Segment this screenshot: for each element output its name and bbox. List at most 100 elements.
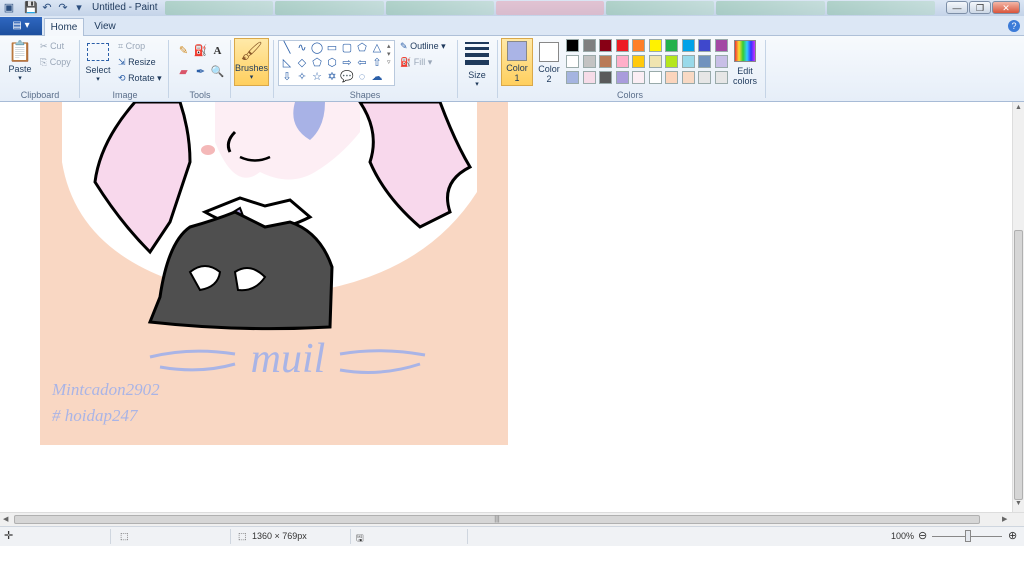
crop-button[interactable]: ⌗ Crop bbox=[118, 41, 145, 52]
outline-button[interactable]: ✎ Outline ▾ bbox=[400, 41, 446, 52]
zoom-slider-thumb[interactable] bbox=[965, 530, 971, 542]
color-picker-icon[interactable]: ✒ bbox=[193, 65, 208, 80]
six-point-star-icon[interactable]: ✡ bbox=[325, 70, 339, 84]
palette-swatch[interactable] bbox=[648, 71, 662, 84]
help-icon[interactable]: ? bbox=[1008, 20, 1020, 32]
palette-swatch[interactable] bbox=[599, 71, 612, 84]
resize-button[interactable]: ⇲ Resize bbox=[118, 57, 156, 68]
tab-home[interactable]: Home bbox=[44, 18, 84, 36]
magnifier-icon[interactable]: 🔍 bbox=[210, 65, 225, 80]
maximize-button[interactable]: ❐ bbox=[969, 1, 991, 14]
rectangle-shape-icon[interactable]: ▭ bbox=[325, 41, 339, 55]
save-icon[interactable]: 💾 bbox=[24, 1, 38, 15]
palette-swatch[interactable] bbox=[599, 55, 612, 68]
palette-swatch[interactable] bbox=[582, 71, 596, 84]
eraser-icon[interactable]: ▰ bbox=[176, 65, 191, 80]
redo-icon[interactable]: ↷ bbox=[56, 1, 70, 15]
customize-icon[interactable]: ▾ bbox=[72, 1, 86, 15]
undo-icon[interactable]: ↶ bbox=[40, 1, 54, 15]
palette-swatch[interactable] bbox=[698, 55, 711, 68]
brushes-button[interactable]: 🖌 Brushes ▾ bbox=[234, 38, 269, 86]
copy-button[interactable]: ⎘ Copy bbox=[40, 57, 71, 68]
vertical-scrollbar[interactable]: ▲ ▼ bbox=[1012, 102, 1024, 512]
palette-swatch[interactable] bbox=[665, 55, 678, 68]
pentagon-shape-icon[interactable]: ⬠ bbox=[310, 56, 324, 70]
vertical-scroll-thumb[interactable] bbox=[1014, 230, 1023, 500]
palette-swatch[interactable] bbox=[615, 39, 629, 52]
zoom-out-icon[interactable]: ⊖ bbox=[918, 529, 927, 542]
horizontal-scroll-thumb[interactable]: ||| bbox=[14, 515, 980, 524]
palette-swatch[interactable] bbox=[648, 39, 662, 52]
polygon-shape-icon[interactable]: ⬠ bbox=[355, 41, 369, 55]
color2-button[interactable]: Color 2 bbox=[536, 38, 562, 86]
horizontal-scrollbar[interactable]: ◀ ||| ▶ bbox=[0, 512, 1024, 526]
palette-swatch[interactable] bbox=[681, 39, 695, 52]
pencil-icon[interactable]: ✎ bbox=[176, 44, 191, 59]
palette-swatch[interactable] bbox=[566, 71, 579, 84]
zoom-in-icon[interactable]: ⊕ bbox=[1008, 529, 1017, 542]
scroll-up-icon[interactable]: ▲ bbox=[1015, 104, 1022, 111]
palette-swatch[interactable] bbox=[714, 71, 728, 84]
palette-swatch[interactable] bbox=[665, 71, 678, 84]
oval-shape-icon[interactable]: ◯ bbox=[310, 41, 324, 55]
rounded-rectangle-shape-icon[interactable]: ▢ bbox=[340, 41, 354, 55]
minimize-button[interactable]: — bbox=[946, 1, 968, 14]
up-arrow-shape-icon[interactable]: ⇧ bbox=[370, 56, 384, 70]
palette-swatch[interactable] bbox=[599, 39, 612, 52]
paste-button[interactable]: 📋 Paste ▾ bbox=[6, 40, 34, 82]
text-tool-icon[interactable]: A bbox=[210, 44, 225, 59]
curve-shape-icon[interactable]: ∿ bbox=[295, 41, 309, 55]
palette-swatch[interactable] bbox=[665, 39, 678, 52]
fill-bucket-icon[interactable]: ⛽ bbox=[193, 44, 208, 59]
palette-swatch[interactable] bbox=[714, 39, 728, 52]
select-button[interactable]: Select ▾ bbox=[84, 40, 112, 83]
scroll-down-icon[interactable]: ▼ bbox=[1015, 500, 1022, 507]
five-point-star-icon[interactable]: ☆ bbox=[310, 70, 324, 84]
palette-swatch[interactable] bbox=[681, 71, 695, 84]
palette-swatch[interactable] bbox=[582, 55, 596, 68]
color1-button[interactable]: Color 1 bbox=[501, 38, 533, 86]
edit-colors-button[interactable]: Edit colors bbox=[731, 40, 759, 86]
canvas-area[interactable]: muil Mintcadon2902 # hoidap247 bbox=[0, 102, 1014, 512]
drawing-canvas[interactable]: muil Mintcadon2902 # hoidap247 bbox=[40, 102, 508, 445]
palette-swatch[interactable] bbox=[566, 39, 579, 52]
size-button[interactable]: Size ▾ bbox=[462, 40, 492, 88]
rounded-callout-icon[interactable]: 💬 bbox=[340, 70, 354, 84]
paint-app-icon[interactable]: ▣ bbox=[2, 1, 16, 15]
four-point-star-icon[interactable]: ✧ bbox=[295, 70, 309, 84]
cloud-callout-icon[interactable]: ☁ bbox=[370, 70, 384, 84]
palette-swatch[interactable] bbox=[632, 39, 645, 52]
palette-swatch[interactable] bbox=[714, 55, 728, 68]
palette-swatch[interactable] bbox=[632, 71, 645, 84]
palette-swatch[interactable] bbox=[582, 39, 596, 52]
line-shape-icon[interactable]: ╲ bbox=[280, 41, 294, 55]
palette-swatch[interactable] bbox=[615, 71, 629, 84]
fill-button[interactable]: ⛽ Fill ▾ bbox=[400, 57, 432, 68]
tab-view[interactable]: View bbox=[88, 18, 122, 36]
scroll-right-icon[interactable]: ▶ bbox=[1002, 515, 1007, 523]
hexagon-shape-icon[interactable]: ⬡ bbox=[325, 56, 339, 70]
paint-menu-button[interactable]: ▤ ▾ bbox=[0, 17, 42, 35]
shapes-scroll-icon[interactable]: ▴ ▾ ▿ bbox=[387, 42, 391, 66]
rotate-button[interactable]: ⟲ Rotate ▾ bbox=[118, 73, 162, 84]
close-button[interactable]: ✕ bbox=[992, 1, 1020, 14]
left-arrow-shape-icon[interactable]: ⇦ bbox=[355, 56, 369, 70]
shapes-group-label: Shapes bbox=[349, 90, 381, 100]
palette-swatch[interactable] bbox=[632, 55, 645, 68]
palette-swatch[interactable] bbox=[648, 55, 662, 68]
triangle-shape-icon[interactable]: △ bbox=[370, 41, 384, 55]
cut-button[interactable]: ✂ Cut bbox=[40, 41, 64, 52]
oval-callout-icon[interactable]: ◌ bbox=[355, 70, 369, 84]
palette-swatch[interactable] bbox=[698, 39, 711, 52]
outline-icon: ✎ bbox=[400, 41, 408, 51]
palette-swatch[interactable] bbox=[681, 55, 695, 68]
down-arrow-shape-icon[interactable]: ⇩ bbox=[280, 70, 294, 84]
right-arrow-shape-icon[interactable]: ⇨ bbox=[340, 56, 354, 70]
palette-swatch[interactable] bbox=[615, 55, 629, 68]
palette-swatch[interactable] bbox=[698, 71, 711, 84]
scroll-left-icon[interactable]: ◀ bbox=[3, 515, 8, 523]
colors-group-label: Colors bbox=[616, 90, 643, 100]
right-triangle-shape-icon[interactable]: ◺ bbox=[280, 56, 294, 70]
palette-swatch[interactable] bbox=[566, 55, 579, 68]
diamond-shape-icon[interactable]: ◇ bbox=[295, 56, 309, 70]
